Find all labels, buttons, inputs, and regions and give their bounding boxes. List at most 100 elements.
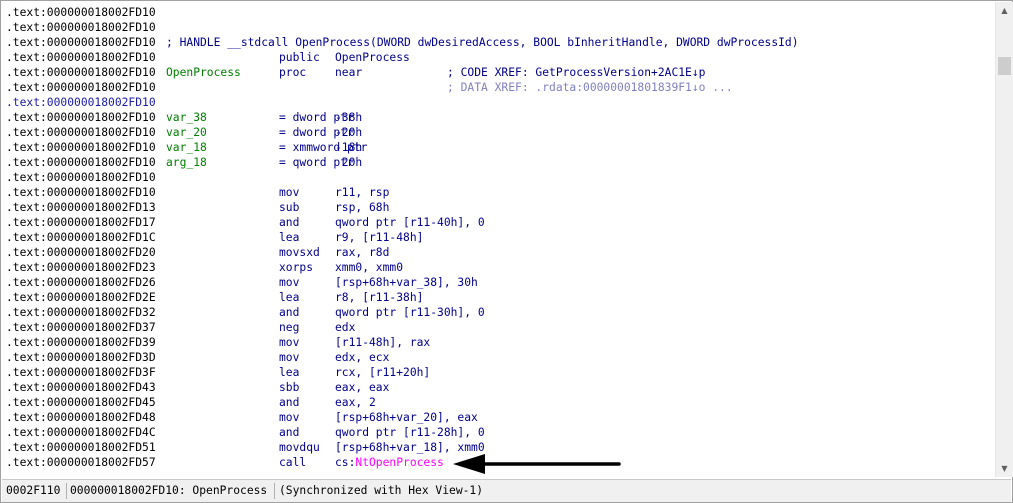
line-operands: rsp, 68h — [335, 201, 390, 214]
status-bar: 0002F110 000000018002FD10: OpenProcess (… — [2, 479, 1011, 502]
line-address: .text:000000018002FD3F — [6, 366, 156, 379]
line-mnemonic: and — [279, 426, 300, 439]
line-operands: 20h — [335, 156, 363, 169]
listing-line[interactable]: .text:000000018002FD17 and qword ptr [r11-… — [6, 215, 991, 230]
line-address: .text:000000018002FD10 — [6, 21, 156, 34]
line-comment: ; CODE XREF: GetProcessVersion+2AC1E↓p — [447, 66, 706, 79]
disassembly-listing[interactable]: .text:000000018002FD10 .text:000000018002… — [2, 2, 995, 477]
line-mnemonic: movsxd — [279, 246, 320, 259]
line-address: .text:000000018002FD2E — [6, 291, 156, 304]
line-operands: eax, 2 — [335, 396, 376, 409]
listing-line[interactable]: .text:000000018002FD20 movsxd rax, r8d — [6, 245, 991, 260]
listing-line[interactable]: .text:000000018002FD10 public OpenProcess — [6, 50, 991, 65]
line-mnemonic: neg — [279, 321, 300, 334]
line-mnemonic: sbb — [279, 381, 300, 394]
line-address: .text:000000018002FD10 — [6, 156, 156, 169]
listing-line[interactable]: .text:000000018002FD3F lea rcx, [r11+20h] — [6, 365, 991, 380]
listing-line[interactable]: .text:000000018002FD10 arg_18 = qword ptr … — [6, 155, 991, 170]
listing-line[interactable]: .text:000000018002FD10 var_18 = xmmword pt… — [6, 140, 991, 155]
line-address: .text:000000018002FD10 — [6, 111, 156, 124]
line-address: .text:000000018002FD17 — [6, 216, 156, 229]
line-operands: -20h — [335, 126, 363, 139]
listing-line[interactable]: .text:000000018002FD1C lea r9, [r11-48h] — [6, 230, 991, 245]
line-operands: [rsp+68h+var_38], 30h — [335, 276, 478, 289]
line-address: .text:000000018002FD3D — [6, 351, 156, 364]
listing-line[interactable]: .text:000000018002FD23 xorps xmm0, xmm0 — [6, 260, 991, 275]
listing-line[interactable]: .text:000000018002FD10 OpenProcess proc nea… — [6, 65, 991, 80]
line-operands: r8, [r11-38h] — [335, 291, 424, 304]
line-label: var_38 — [166, 111, 207, 124]
status-location: 000000018002FD10: OpenProcess — [70, 484, 268, 497]
listing-line[interactable]: .text:000000018002FD10 — [6, 170, 991, 185]
listing-line[interactable]: .text:000000018002FD10 — [6, 20, 991, 35]
line-mnemonic: and — [279, 306, 300, 319]
status-separator — [66, 483, 67, 499]
listing-line[interactable]: .text:000000018002FD10 mov r11, rsp — [6, 185, 991, 200]
line-operands: cs: — [335, 456, 356, 469]
listing-line[interactable]: .text:000000018002FD48 mov [rsp+68h+var_20… — [6, 410, 991, 425]
line-mnemonic: lea — [279, 366, 300, 379]
line-address: .text:000000018002FD10 — [6, 66, 156, 79]
line-operands: rcx, [r11+20h] — [335, 366, 431, 379]
line-operands: edx — [335, 321, 356, 334]
line-mnemonic: and — [279, 396, 300, 409]
line-address: .text:000000018002FD48 — [6, 411, 156, 424]
listing-line[interactable]: .text:000000018002FD10 ; DATA XREF: .rdat… — [6, 80, 991, 95]
listing-line[interactable]: .text:000000018002FD10 — [6, 5, 991, 20]
line-mnemonic: public — [279, 51, 320, 64]
ida-view-window: .text:000000018002FD10 .text:000000018002… — [0, 0, 1013, 503]
line-address: .text:000000018002FD23 — [6, 261, 156, 274]
line-address: .text:000000018002FD43 — [6, 381, 156, 394]
line-operands: [r11-48h], rax — [335, 336, 431, 349]
line-address: .text:000000018002FD10 — [6, 141, 156, 154]
listing-line[interactable]: .text:000000018002FD39 mov [r11-48h], rax — [6, 335, 991, 350]
line-address: .text:000000018002FD10 — [6, 186, 156, 199]
line-comment: ; HANDLE __stdcall OpenProcess(DWORD dwD… — [166, 36, 799, 49]
listing-line[interactable]: .text:000000018002FD4C and qword ptr [r11-… — [6, 425, 991, 440]
status-sync: (Synchronized with Hex View-1) — [279, 484, 484, 497]
line-address: .text:000000018002FD39 — [6, 336, 156, 349]
line-mnemonic: mov — [279, 186, 300, 199]
annotation-arrow-icon — [453, 454, 621, 474]
line-label: arg_18 — [166, 156, 207, 169]
listing-line[interactable]: .text:000000018002FD10 var_38 = dword ptr -… — [6, 110, 991, 125]
line-mnemonic: mov — [279, 411, 300, 424]
line-mnemonic: proc — [279, 66, 307, 79]
line-address: .text:000000018002FD10 — [6, 6, 156, 19]
line-operands: OpenProcess — [335, 51, 410, 64]
line-mnemonic: call — [279, 456, 307, 469]
line-operands: -18h — [335, 141, 363, 154]
listing-line[interactable]: .text:000000018002FD37 neg edx — [6, 320, 991, 335]
line-comment: ; DATA XREF: .rdata:00000001801839F1↓o .… — [447, 81, 733, 94]
listing-line[interactable]: .text:000000018002FD2E lea r8, [r11-38h] — [6, 290, 991, 305]
status-separator — [274, 483, 275, 499]
line-operands: -38h — [335, 111, 363, 124]
line-label: var_20 — [166, 126, 207, 139]
line-operands: near — [335, 66, 363, 79]
line-operands: xmm0, xmm0 — [335, 261, 404, 274]
line-address: .text:000000018002FD37 — [6, 321, 156, 334]
line-address: .text:000000018002FD13 — [6, 201, 156, 214]
line-address: .text:000000018002FD20 — [6, 246, 156, 259]
external-symbol[interactable]: NtOpenProcess — [355, 455, 443, 470]
vertical-scrollbar[interactable]: ▲ ▼ — [995, 2, 1013, 477]
listing-line[interactable]: .text:000000018002FD10 — [6, 95, 991, 110]
line-address: .text:000000018002FD10 — [6, 81, 156, 94]
line-mnemonic: lea — [279, 231, 300, 244]
scroll-thumb[interactable] — [998, 57, 1011, 75]
listing-line[interactable]: .text:000000018002FD43 sbb eax, eax — [6, 380, 991, 395]
listing-line[interactable]: .text:000000018002FD13 sub rsp, 68h — [6, 200, 991, 215]
listing-line[interactable]: .text:000000018002FD10 ; HANDLE __stdcall… — [6, 35, 991, 50]
listing-line[interactable]: .text:000000018002FD26 mov [rsp+68h+var_38… — [6, 275, 991, 290]
listing-line[interactable]: .text:000000018002FD10 var_20 = dword ptr -… — [6, 125, 991, 140]
scroll-down-icon[interactable]: ▼ — [996, 460, 1013, 477]
listing-line[interactable]: .text:000000018002FD32 and qword ptr [r11-… — [6, 305, 991, 320]
listing-line[interactable]: .text:000000018002FD3D mov edx, ecx — [6, 350, 991, 365]
line-address: .text:000000018002FD1C — [6, 231, 156, 244]
line-operands: r9, [r11-48h] — [335, 231, 424, 244]
line-address: .text:000000018002FD26 — [6, 276, 156, 289]
listing-line[interactable]: .text:000000018002FD45 and eax, 2 — [6, 395, 991, 410]
line-mnemonic: xorps — [279, 261, 314, 274]
line-mnemonic: sub — [279, 201, 300, 214]
scroll-up-icon[interactable]: ▲ — [996, 2, 1013, 19]
